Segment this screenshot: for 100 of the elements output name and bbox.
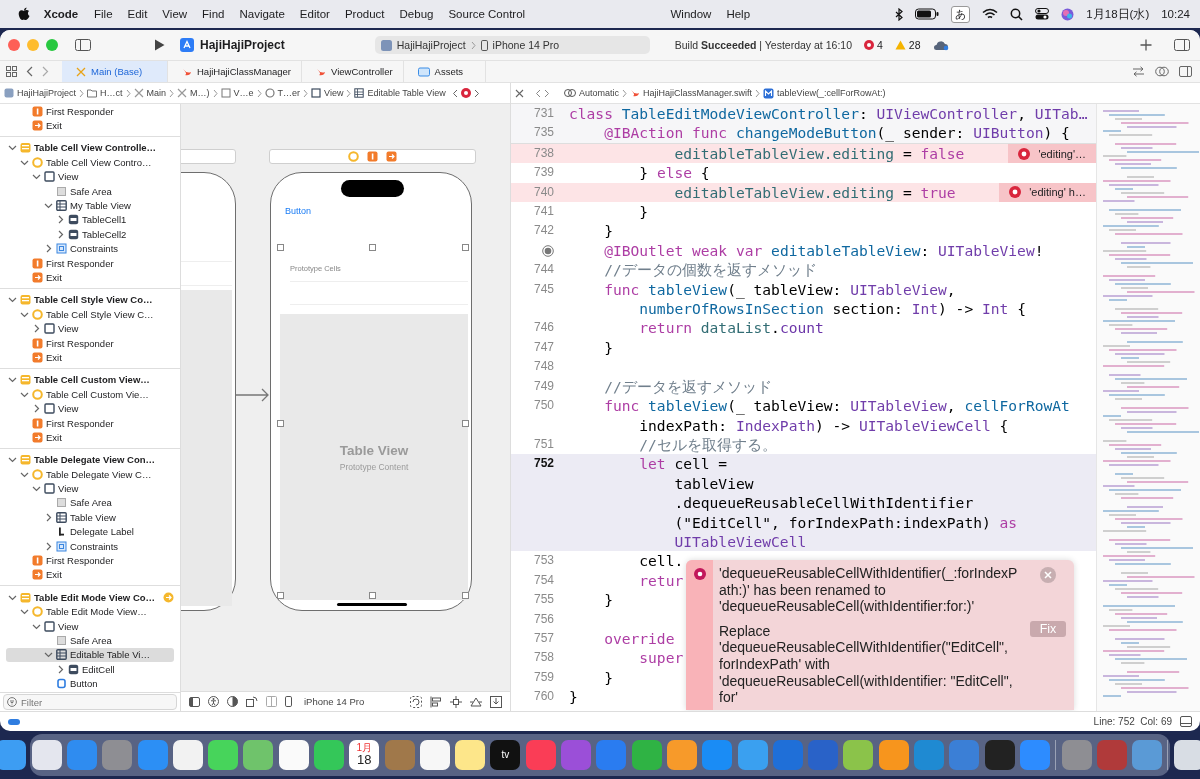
menu-item[interactable]: Help bbox=[726, 8, 751, 20]
warning-count[interactable]: 28 bbox=[908, 39, 921, 51]
outline-item[interactable]: First Responder bbox=[6, 104, 174, 119]
menu-item[interactable]: Navigate bbox=[239, 8, 285, 20]
breadcrumb[interactable]: HajiHajiClassManager.swift bbox=[630, 88, 753, 98]
line-number: 748 bbox=[533, 358, 554, 376]
outline-item[interactable]: Button bbox=[6, 676, 174, 691]
inline-issue[interactable]: 'editing'… bbox=[1008, 143, 1096, 164]
outline-item[interactable]: Constraints bbox=[6, 538, 174, 554]
breadcrumb[interactable]: Main bbox=[133, 88, 167, 98]
outline-item[interactable]: Constraints bbox=[6, 241, 174, 256]
breadcrumb[interactable]: M…) bbox=[177, 88, 210, 98]
outline-item[interactable]: Safe Area bbox=[6, 183, 174, 199]
code-line: //データを返すメソッド bbox=[603, 376, 772, 397]
code-line: editableTableView.editing = true bbox=[673, 182, 956, 203]
device-selector[interactable]: iPhone 14 Pro bbox=[304, 696, 365, 707]
line-number: 739 bbox=[533, 164, 554, 182]
line-number: 735 bbox=[533, 124, 554, 142]
line-number: 760 bbox=[533, 688, 554, 706]
outline-item[interactable]: First Responder bbox=[6, 553, 174, 568]
build-status: Build Succeeded | Yesterday at 16:10 bbox=[674, 39, 852, 51]
outline-item[interactable]: Table Delegate View Con… bbox=[6, 452, 174, 467]
button-label[interactable]: Button bbox=[285, 206, 312, 216]
code-line: class TableEditModeViewController: UIViewController, UITab… bbox=[569, 104, 1088, 124]
breadcrumb[interactable]: V…e bbox=[220, 88, 254, 98]
menu-item[interactable]: Editor bbox=[299, 8, 330, 20]
outline-item[interactable]: Exit bbox=[6, 350, 174, 365]
fix-suggestion: Replace 'dequeueReusableCellWithIdentifier("EditCell", forIndexPath' with 'dequeueReusableCell(withIdentifier: "EditCell", for' bbox=[719, 622, 1014, 706]
code-line: @IBAction func changeModeButton(_ sender: UIButton) { bbox=[603, 123, 1070, 143]
outline-item[interactable]: Table Delegate View C… bbox=[6, 467, 174, 482]
breadcrumb[interactable]: tableView(_:cellForRowAt:) bbox=[763, 87, 886, 99]
menu-date[interactable]: 1月18日(水) bbox=[1086, 6, 1150, 22]
outline-item[interactable]: View bbox=[6, 169, 174, 184]
filter-field[interactable]: Filter bbox=[3, 694, 177, 710]
outline-item[interactable]: Table Cell View Controlle… bbox=[6, 140, 174, 156]
outline-item[interactable]: Table Cell Custom View… bbox=[6, 372, 174, 388]
outline-item[interactable]: First Responder bbox=[6, 255, 174, 271]
outline-item[interactable]: Exit bbox=[6, 430, 174, 445]
outline-item[interactable]: TableCell1 bbox=[6, 212, 174, 228]
outline-item[interactable]: Table Cell Style View Co… bbox=[6, 292, 174, 308]
line-number: 746 bbox=[533, 319, 554, 337]
code-line: super bbox=[638, 648, 684, 668]
outline-item[interactable]: EditCell bbox=[6, 662, 174, 677]
menu-item[interactable]: File bbox=[94, 8, 113, 20]
outline-item[interactable]: First Responder bbox=[6, 415, 174, 431]
editor-tab[interactable]: Main (Base) bbox=[62, 61, 168, 82]
outline-item[interactable]: My Table View bbox=[6, 198, 174, 213]
editor-tab[interactable]: ViewController bbox=[302, 61, 404, 82]
menu-item[interactable]: Product bbox=[344, 8, 385, 20]
menu-item[interactable]: Xcode bbox=[46, 0, 76, 29]
editor-tab[interactable]: HajiHajiClassManager bbox=[168, 61, 302, 82]
line-number: 751 bbox=[533, 435, 554, 453]
outline-item[interactable]: Safe Area bbox=[6, 633, 174, 648]
outline-item[interactable]: Exit bbox=[6, 270, 174, 285]
outline-item[interactable]: Delegate Label bbox=[6, 524, 174, 539]
outline-item[interactable]: Table Cell View Contro… bbox=[6, 155, 174, 170]
inline-issue[interactable]: 'editing' h… bbox=[999, 182, 1096, 202]
line-number: 754 bbox=[533, 571, 554, 589]
outline-item[interactable]: Exit bbox=[6, 118, 174, 133]
menu-item[interactable]: Window bbox=[670, 8, 712, 20]
outline-item[interactable]: Table View bbox=[6, 510, 174, 525]
menu-item[interactable]: Edit bbox=[127, 8, 148, 20]
breadcrumb[interactable]: Editable Table View bbox=[354, 88, 446, 98]
outline-item[interactable]: Exit bbox=[6, 567, 174, 583]
menu-item[interactable]: Debug bbox=[399, 8, 434, 20]
outline-item[interactable]: Safe Area bbox=[6, 495, 174, 511]
outline-item[interactable]: First Responder bbox=[6, 335, 174, 351]
menu-item[interactable]: View bbox=[162, 8, 188, 20]
app-icon[interactable]: 1月 18 bbox=[349, 740, 380, 770]
breadcrumb[interactable]: View bbox=[311, 88, 344, 98]
line-number: 757 bbox=[533, 629, 554, 647]
code-line: @IBOutlet weak var editableTableView: UITableView! bbox=[603, 240, 1044, 261]
app-icon[interactable]: tv bbox=[490, 740, 521, 770]
line-number: 749 bbox=[533, 377, 554, 395]
input-mode-indicator[interactable]: あ bbox=[951, 5, 971, 23]
outline-item[interactable]: Table Edit Mode View… bbox=[6, 604, 174, 619]
menu-time[interactable]: 10:24 bbox=[1161, 8, 1190, 20]
breadcrumb[interactable]: H…ct bbox=[87, 88, 123, 98]
outline-item[interactable]: Table Edit Mode View Co… bbox=[6, 590, 174, 605]
editor-tab[interactable]: Assets bbox=[403, 61, 486, 82]
menu-item[interactable]: Source Control bbox=[448, 8, 526, 20]
outline-item[interactable]: View bbox=[6, 401, 174, 416]
code-line: func tableView(_ tableView: UITableView, cellForRowAt indexPath: IndexPath) -> UITableViewCell { bbox=[603, 396, 1070, 435]
breadcrumb[interactable]: HajiHajiProject bbox=[4, 88, 77, 98]
breadcrumb[interactable]: T…er bbox=[264, 88, 301, 98]
outline-item[interactable]: Editable Table Vi… bbox=[6, 647, 174, 663]
outline-item[interactable]: View bbox=[6, 321, 174, 336]
line-number: 741 bbox=[533, 203, 554, 221]
code-line: } bbox=[603, 667, 613, 688]
outline-item[interactable]: TableCell2 bbox=[6, 227, 174, 242]
breadcrumb[interactable]: Automatic bbox=[564, 88, 620, 98]
outline-item[interactable]: Table Cell Style View C… bbox=[6, 307, 174, 322]
outline-item[interactable]: View bbox=[6, 618, 174, 634]
outline-item[interactable]: Table Cell Custom Vie… bbox=[6, 387, 174, 402]
scheme-selector[interactable]: HajiHajiProject iPhone 14 Pro bbox=[374, 36, 650, 54]
line-number: 756 bbox=[533, 610, 554, 628]
error-count[interactable]: 4 bbox=[877, 39, 883, 51]
menu-item[interactable]: Find bbox=[202, 8, 225, 20]
icon-label: 18 bbox=[357, 753, 372, 767]
outline-item[interactable]: View bbox=[6, 481, 174, 496]
